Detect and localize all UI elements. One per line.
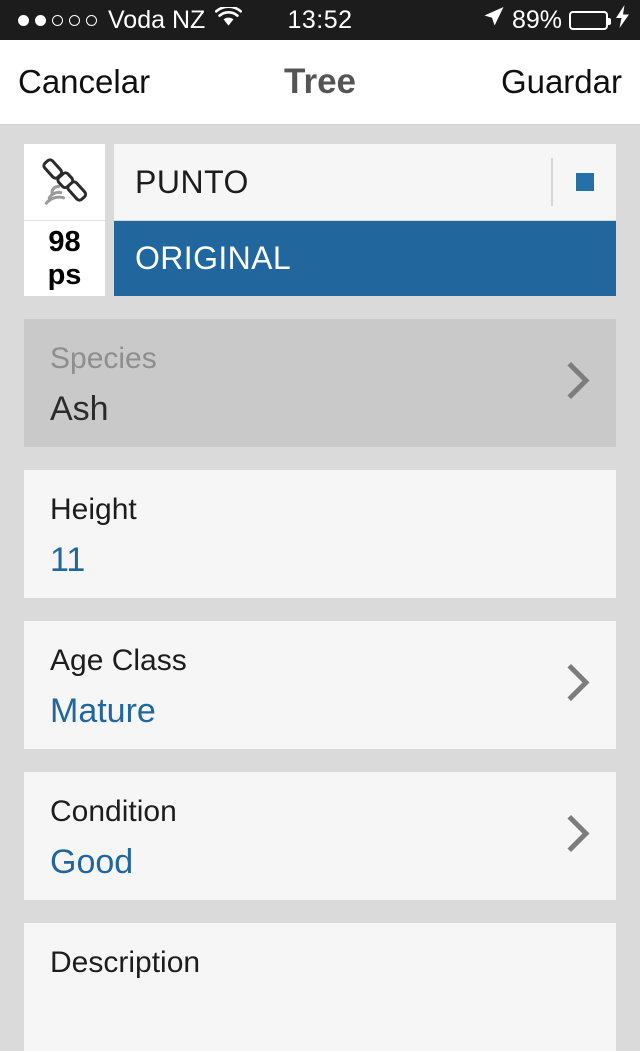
chevron-right-icon: [566, 814, 592, 859]
location-arrow-icon: [482, 5, 505, 35]
record-label-column: PUNTO ORIGINAL: [114, 144, 616, 296]
field-row-age-class[interactable]: Age Class Mature: [24, 621, 616, 749]
field-row-description[interactable]: Description: [24, 923, 616, 1051]
navigation-bar: Cancelar Tree Guardar: [0, 40, 640, 125]
save-button[interactable]: Guardar: [501, 63, 622, 101]
battery-nub: [608, 17, 611, 25]
point-type-label: PUNTO: [135, 163, 249, 200]
status-bar-right: 89%: [482, 5, 630, 35]
layer-row[interactable]: ORIGINAL: [114, 221, 616, 296]
field-value: Ash: [50, 390, 109, 428]
record-header: 98 ps PUNTO ORIGINAL: [24, 144, 616, 296]
layer-label: ORIGINAL: [135, 240, 292, 276]
field-label: Species: [50, 342, 157, 375]
gps-accuracy-tile[interactable]: 98 ps: [24, 221, 105, 296]
lightning-bolt-icon: [615, 5, 630, 35]
point-type-row[interactable]: PUNTO: [114, 144, 616, 220]
field-label: Age Class: [50, 644, 187, 677]
chevron-right-icon: [566, 361, 592, 406]
status-bar: Voda NZ 13:52 89%: [0, 0, 640, 40]
field-label: Description: [50, 946, 201, 979]
divider: [551, 158, 553, 206]
satellite-status-tile[interactable]: [24, 144, 105, 221]
battery-percentage: 89%: [511, 5, 562, 34]
field-label: Condition: [50, 795, 177, 828]
gps-accuracy-unit: ps: [47, 258, 82, 291]
field-value: Good: [50, 843, 134, 881]
chevron-right-icon: [566, 663, 592, 708]
field-row-species[interactable]: Species Ash: [24, 319, 616, 447]
point-color-swatch[interactable]: [576, 173, 594, 191]
gps-tile-column: 98 ps: [24, 144, 105, 296]
cancel-button[interactable]: Cancelar: [18, 63, 150, 101]
gps-accuracy-value: 98: [48, 225, 81, 258]
field-value: Mature: [50, 692, 156, 730]
battery-icon: [569, 10, 611, 30]
field-label: Height: [50, 493, 137, 526]
field-row-condition[interactable]: Condition Good: [24, 772, 616, 900]
form-content: 98 ps PUNTO ORIGINAL Species Ash Height: [0, 125, 640, 1051]
satellite-icon: [38, 153, 92, 212]
field-value[interactable]: 11: [50, 543, 616, 577]
field-row-height[interactable]: Height 11: [24, 470, 616, 598]
